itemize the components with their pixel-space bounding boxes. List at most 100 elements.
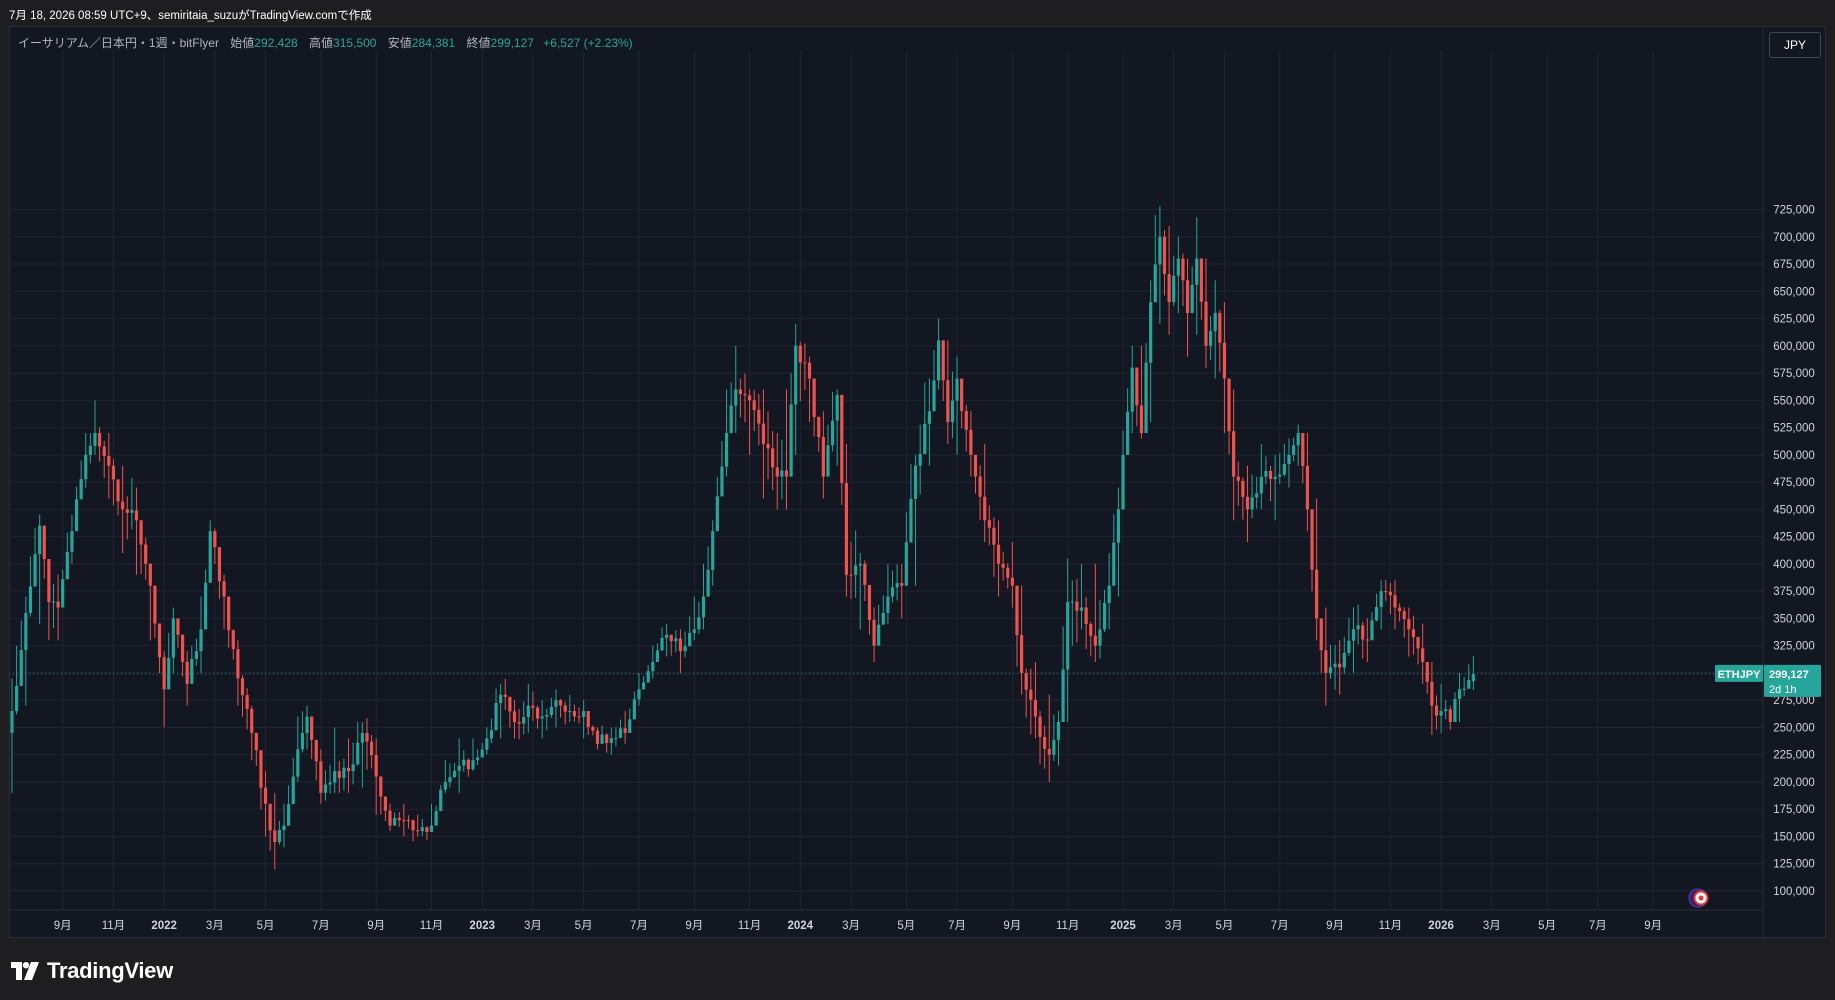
candle-body bbox=[646, 671, 650, 683]
candle bbox=[1319, 618, 1323, 673]
price-tick-label: 600,000 bbox=[1773, 341, 1815, 353]
candle-body bbox=[724, 433, 729, 467]
candle bbox=[365, 718, 369, 770]
candle-body bbox=[56, 601, 60, 608]
time-tick-label: 9月 bbox=[367, 920, 385, 932]
legend-low-value: 284,381 bbox=[411, 36, 456, 50]
candle-body bbox=[996, 544, 1001, 564]
candle-body bbox=[1407, 619, 1411, 630]
candle bbox=[632, 691, 636, 720]
candle-body bbox=[259, 750, 263, 788]
candle-body bbox=[992, 527, 996, 545]
candle-body bbox=[978, 476, 982, 497]
candle-body bbox=[950, 400, 955, 423]
candle bbox=[333, 727, 337, 793]
candle-body bbox=[213, 531, 217, 548]
candle bbox=[798, 341, 802, 402]
price-tick-label: 250,000 bbox=[1773, 722, 1815, 734]
candle-body bbox=[319, 761, 323, 793]
candle-body bbox=[1324, 650, 1328, 673]
event-marker-icon[interactable] bbox=[1688, 888, 1709, 908]
candle bbox=[1190, 266, 1194, 314]
candle bbox=[342, 758, 346, 791]
candle bbox=[766, 411, 770, 480]
candle bbox=[830, 392, 835, 452]
candle-body bbox=[1001, 563, 1005, 568]
candle-body bbox=[365, 732, 369, 742]
candle bbox=[582, 700, 586, 739]
candle-body bbox=[641, 682, 646, 690]
candle bbox=[1052, 714, 1056, 761]
candle-body bbox=[655, 650, 659, 663]
candle-body bbox=[287, 804, 291, 826]
candle bbox=[711, 520, 715, 586]
candle bbox=[641, 676, 646, 690]
candlestick-chart[interactable]: 100,000 125,000 150,000 175,000 200,000 225,0… bbox=[0, 0, 1835, 1000]
candle-body bbox=[807, 362, 812, 379]
time-tick-label: 7月 bbox=[630, 920, 648, 932]
tradingview-logo[interactable]: TradingView bbox=[11, 958, 173, 984]
candle-body bbox=[1338, 663, 1342, 668]
candle bbox=[462, 750, 466, 772]
candle-body bbox=[1038, 716, 1042, 737]
candle-body bbox=[522, 717, 526, 724]
candle-body bbox=[448, 777, 452, 782]
candle-body bbox=[1139, 405, 1144, 434]
candle bbox=[1222, 302, 1227, 434]
candle-body bbox=[973, 454, 978, 477]
candle bbox=[180, 634, 185, 677]
candle bbox=[1089, 621, 1093, 657]
candle-body bbox=[38, 525, 42, 555]
candle-body bbox=[1024, 672, 1028, 690]
candle bbox=[268, 803, 272, 851]
candle-body bbox=[1453, 698, 1457, 722]
candle bbox=[826, 424, 830, 477]
candle-body bbox=[499, 694, 503, 703]
candle-body bbox=[706, 569, 710, 597]
candle-body bbox=[84, 454, 88, 480]
candle-body bbox=[729, 405, 733, 434]
candle bbox=[950, 371, 955, 439]
candle-body bbox=[10, 711, 14, 733]
candle-body bbox=[1162, 236, 1167, 275]
time-tick-label: 2024 bbox=[788, 920, 814, 932]
bar-countdown: 2d 1h bbox=[1769, 684, 1797, 696]
candle-body bbox=[830, 420, 835, 446]
candle bbox=[1351, 607, 1356, 673]
candle bbox=[356, 721, 360, 766]
candle-body bbox=[176, 618, 180, 635]
candle bbox=[946, 340, 950, 444]
candle bbox=[291, 757, 295, 805]
symbol-legend[interactable]: イーサリアム／日本円・1週・bitFlyer 始値292,428 高値315,5… bbox=[18, 34, 633, 51]
currency-button[interactable]: JPY bbox=[1769, 32, 1821, 58]
candle bbox=[512, 700, 517, 739]
candle bbox=[425, 826, 429, 841]
price-tick-label: 200,000 bbox=[1773, 777, 1815, 789]
candle-body bbox=[1467, 680, 1471, 689]
candle bbox=[1305, 433, 1310, 532]
candle-body bbox=[291, 776, 295, 805]
candle-body bbox=[545, 715, 549, 717]
candle-body bbox=[1315, 569, 1319, 619]
candle-body bbox=[1144, 362, 1148, 434]
candle-body bbox=[761, 423, 766, 444]
price-tick-label: 225,000 bbox=[1773, 750, 1815, 762]
tradingview-logo-icon bbox=[11, 962, 39, 980]
candle-body bbox=[632, 699, 636, 720]
candle-body bbox=[669, 634, 673, 642]
time-tick-label: 9月 bbox=[685, 920, 703, 932]
candle bbox=[1411, 615, 1416, 655]
candle bbox=[609, 727, 613, 755]
price-tick-label: 425,000 bbox=[1773, 532, 1815, 544]
candle bbox=[1425, 662, 1429, 694]
candle bbox=[296, 716, 300, 782]
candle-body bbox=[812, 378, 816, 417]
candle-body bbox=[342, 767, 346, 778]
candle bbox=[489, 718, 494, 744]
candle-body bbox=[628, 719, 632, 733]
candle-body bbox=[743, 394, 747, 396]
candle bbox=[443, 760, 447, 793]
candle bbox=[337, 760, 341, 793]
price-tick-label: 650,000 bbox=[1773, 286, 1815, 298]
candle-body bbox=[600, 734, 604, 744]
